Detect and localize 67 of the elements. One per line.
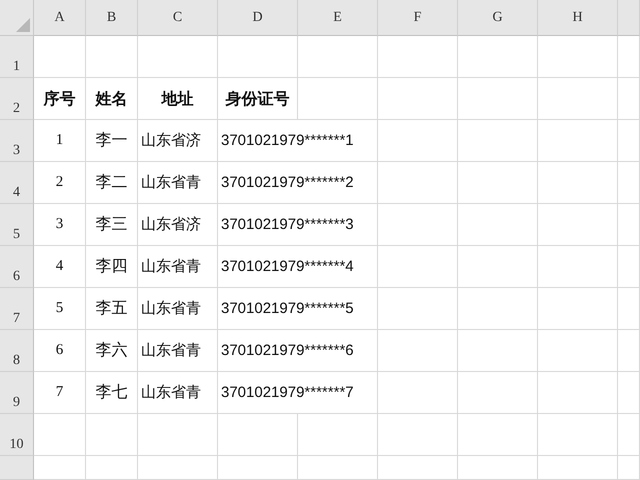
column-title: 序号 — [34, 78, 86, 120]
row-header[interactable]: 1 — [0, 36, 34, 78]
column-header[interactable]: G — [458, 0, 538, 36]
empty-cell — [618, 456, 640, 480]
column-header[interactable]: H — [538, 0, 618, 36]
table-cell: 李二 — [86, 162, 138, 204]
column-title: 地址 — [138, 78, 218, 120]
row-header[interactable]: 2 — [0, 78, 34, 120]
empty-cell — [86, 456, 138, 480]
table-cell: 6 — [34, 330, 86, 372]
empty-cell — [618, 372, 640, 414]
header-background — [618, 0, 640, 36]
table-cell: 李六 — [86, 330, 138, 372]
table-cell: 3701021979*******4 — [218, 246, 378, 288]
empty-cell — [618, 414, 640, 456]
row-header[interactable]: 5 — [0, 204, 34, 246]
column-header[interactable]: A — [34, 0, 86, 36]
row-header[interactable]: 4 — [0, 162, 34, 204]
table-cell: 李三 — [86, 204, 138, 246]
table-cell: 4 — [34, 246, 86, 288]
table-cell: 山东省青 — [138, 288, 218, 330]
table-cell: 李七 — [86, 372, 138, 414]
empty-cell — [86, 414, 138, 456]
empty-cell — [618, 162, 640, 204]
empty-cell — [618, 120, 640, 162]
table-cell: 5 — [34, 288, 86, 330]
column-header[interactable]: B — [86, 0, 138, 36]
select-all-corner[interactable] — [0, 0, 34, 36]
column-header[interactable]: F — [378, 0, 458, 36]
table-cell: 山东省青 — [138, 162, 218, 204]
table-cell: 3 — [34, 204, 86, 246]
table-cell: 2 — [34, 162, 86, 204]
table-cell: 3701021979*******7 — [218, 372, 378, 414]
row-header[interactable]: 8 — [0, 330, 34, 372]
row-header[interactable]: 7 — [0, 288, 34, 330]
header-background — [0, 456, 34, 480]
table-cell: 山东省青 — [138, 246, 218, 288]
table-cell: 3701021979*******5 — [218, 288, 378, 330]
table-cell: 3701021979*******2 — [218, 162, 378, 204]
triangle-icon — [16, 18, 30, 32]
table-cell: 山东省青 — [138, 372, 218, 414]
table-cell: 李四 — [86, 246, 138, 288]
table-cell: 李一 — [86, 120, 138, 162]
table-cell: 山东省济 — [138, 204, 218, 246]
table-cell: 山东省青 — [138, 330, 218, 372]
row-header[interactable]: 10 — [0, 414, 34, 456]
table-cell: 3701021979*******3 — [218, 204, 378, 246]
empty-cell — [618, 246, 640, 288]
column-title: 姓名 — [86, 78, 138, 120]
table-cell: 3701021979*******1 — [218, 120, 378, 162]
column-title: 身份证号 — [218, 78, 298, 120]
empty-cell — [618, 330, 640, 372]
table-cell: 3701021979*******6 — [218, 330, 378, 372]
empty-cell — [618, 288, 640, 330]
empty-cell — [86, 36, 138, 78]
column-header[interactable]: D — [218, 0, 298, 36]
empty-cell — [618, 78, 640, 120]
row-header[interactable]: 6 — [0, 246, 34, 288]
table-cell: 李五 — [86, 288, 138, 330]
table-cell: 7 — [34, 372, 86, 414]
row-header[interactable]: 3 — [0, 120, 34, 162]
column-header[interactable]: E — [298, 0, 378, 36]
table-cell: 山东省济 — [138, 120, 218, 162]
row-header[interactable]: 9 — [0, 372, 34, 414]
table-cell: 1 — [34, 120, 86, 162]
empty-cell — [618, 204, 640, 246]
column-header[interactable]: C — [138, 0, 218, 36]
